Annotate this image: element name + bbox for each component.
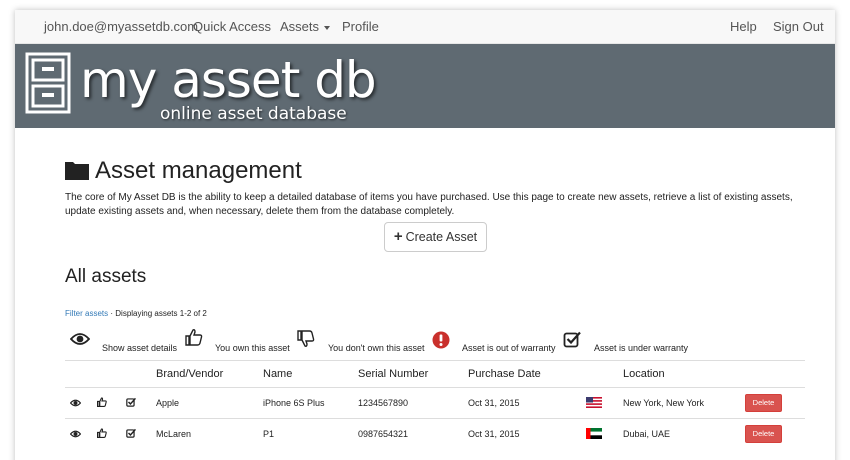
page-title: Asset management bbox=[65, 156, 302, 186]
legend-details-label: Show asset details bbox=[102, 343, 178, 353]
thumbs-up-icon bbox=[97, 397, 107, 407]
legend-not-own-label: You don't own this asset bbox=[328, 343, 425, 353]
cell-name: iPhone 6S Plus bbox=[263, 398, 325, 408]
page-title-text: Asset management bbox=[95, 157, 302, 184]
nav-assets-label: Assets bbox=[280, 19, 320, 34]
nav-sign-out[interactable]: Sign Out bbox=[773, 10, 824, 44]
display-count: Displaying assets 1-2 of 2 bbox=[115, 309, 207, 318]
legend-out-warranty-label: Asset is out of warranty bbox=[462, 343, 556, 353]
col-header-brand: Brand/Vendor bbox=[156, 368, 224, 380]
plus-icon: + bbox=[393, 228, 403, 245]
cell-serial: 0987654321 bbox=[358, 429, 409, 439]
col-header-location: Location bbox=[623, 368, 665, 380]
filter-assets-link[interactable]: Filter assets bbox=[65, 309, 108, 318]
cell-location: Dubai, UAE bbox=[623, 429, 671, 439]
cell-brand: Apple bbox=[156, 398, 180, 408]
folder-icon bbox=[65, 162, 89, 180]
create-asset-label: Create Asset bbox=[405, 230, 478, 244]
thumbs-up-icon bbox=[97, 428, 107, 438]
filing-cabinet-icon bbox=[25, 52, 71, 114]
uae-flag-icon bbox=[586, 428, 602, 439]
legend-own: You own this asset bbox=[185, 328, 295, 356]
legend-own-label: You own this asset bbox=[215, 343, 290, 353]
table-row: Apple iPhone 6S Plus 1234567890 Oct 31, … bbox=[65, 387, 805, 418]
section-title: All assets bbox=[65, 266, 147, 287]
us-flag-icon bbox=[586, 397, 602, 408]
nav-quick-access[interactable]: Quick Access bbox=[193, 10, 271, 44]
filter-bar-top: Filter assets · Displaying assets 1-2 of… bbox=[65, 308, 207, 320]
cell-purchase-date: Oct 31, 2015 bbox=[468, 429, 520, 439]
cell-brand: McLaren bbox=[156, 429, 192, 439]
filter-separator: · bbox=[110, 309, 114, 318]
cell-serial: 1234567890 bbox=[358, 398, 409, 408]
legend-not-own: You don't own this asset bbox=[297, 328, 427, 356]
nav-user-email[interactable]: john.doe@myassetdb.com bbox=[44, 10, 198, 44]
delete-button[interactable]: Delete bbox=[745, 394, 782, 412]
nav-assets-dropdown[interactable]: Assets bbox=[280, 10, 331, 44]
legend-under-warranty-label: Asset is under warranty bbox=[594, 343, 689, 353]
table-row: McLaren P1 0987654321 Oct 31, 2015 Dubai… bbox=[65, 418, 805, 449]
delete-button[interactable]: Delete bbox=[745, 425, 782, 443]
col-header-serial: Serial Number bbox=[358, 368, 429, 380]
logo-title: my asset db bbox=[80, 51, 377, 109]
cell-name: P1 bbox=[263, 429, 275, 439]
nav-profile[interactable]: Profile bbox=[342, 10, 379, 44]
eye-icon[interactable] bbox=[70, 399, 81, 407]
intro-text: The core of My Asset DB is the ability t… bbox=[65, 192, 793, 217]
col-header-name: Name bbox=[263, 368, 293, 380]
nav-help[interactable]: Help bbox=[730, 10, 757, 44]
legend-under-warranty: Asset is under warranty bbox=[563, 328, 693, 356]
table-header-row: Brand/Vendor Name Serial Number Purchase… bbox=[65, 360, 805, 387]
thumbs-down-icon bbox=[297, 330, 315, 347]
logo-subtitle: online asset database bbox=[160, 104, 347, 124]
icon-legend: Show asset details You own this asset Yo… bbox=[65, 328, 805, 356]
app-window: john.doe@myassetdb.com Quick Access Asse… bbox=[15, 10, 835, 460]
header-banner: my asset db online asset database bbox=[15, 44, 835, 128]
eye-icon[interactable] bbox=[70, 430, 81, 438]
check-square-icon bbox=[126, 428, 136, 438]
top-navbar: john.doe@myassetdb.com Quick Access Asse… bbox=[15, 10, 835, 44]
exclamation-circle-icon bbox=[432, 331, 450, 349]
legend-details: Show asset details bbox=[70, 328, 185, 356]
cell-purchase-date: Oct 31, 2015 bbox=[468, 398, 520, 408]
create-asset-button[interactable]: + Create Asset bbox=[384, 222, 487, 252]
check-square-icon bbox=[126, 397, 136, 407]
eye-icon bbox=[70, 333, 90, 345]
cell-location: New York, New York bbox=[623, 398, 705, 408]
check-square-icon bbox=[563, 331, 581, 348]
thumbs-up-icon bbox=[185, 329, 203, 346]
caret-down-icon bbox=[324, 25, 331, 30]
col-header-purchase-date: Purchase Date bbox=[468, 368, 541, 380]
legend-out-warranty: Asset is out of warranty bbox=[432, 328, 562, 356]
